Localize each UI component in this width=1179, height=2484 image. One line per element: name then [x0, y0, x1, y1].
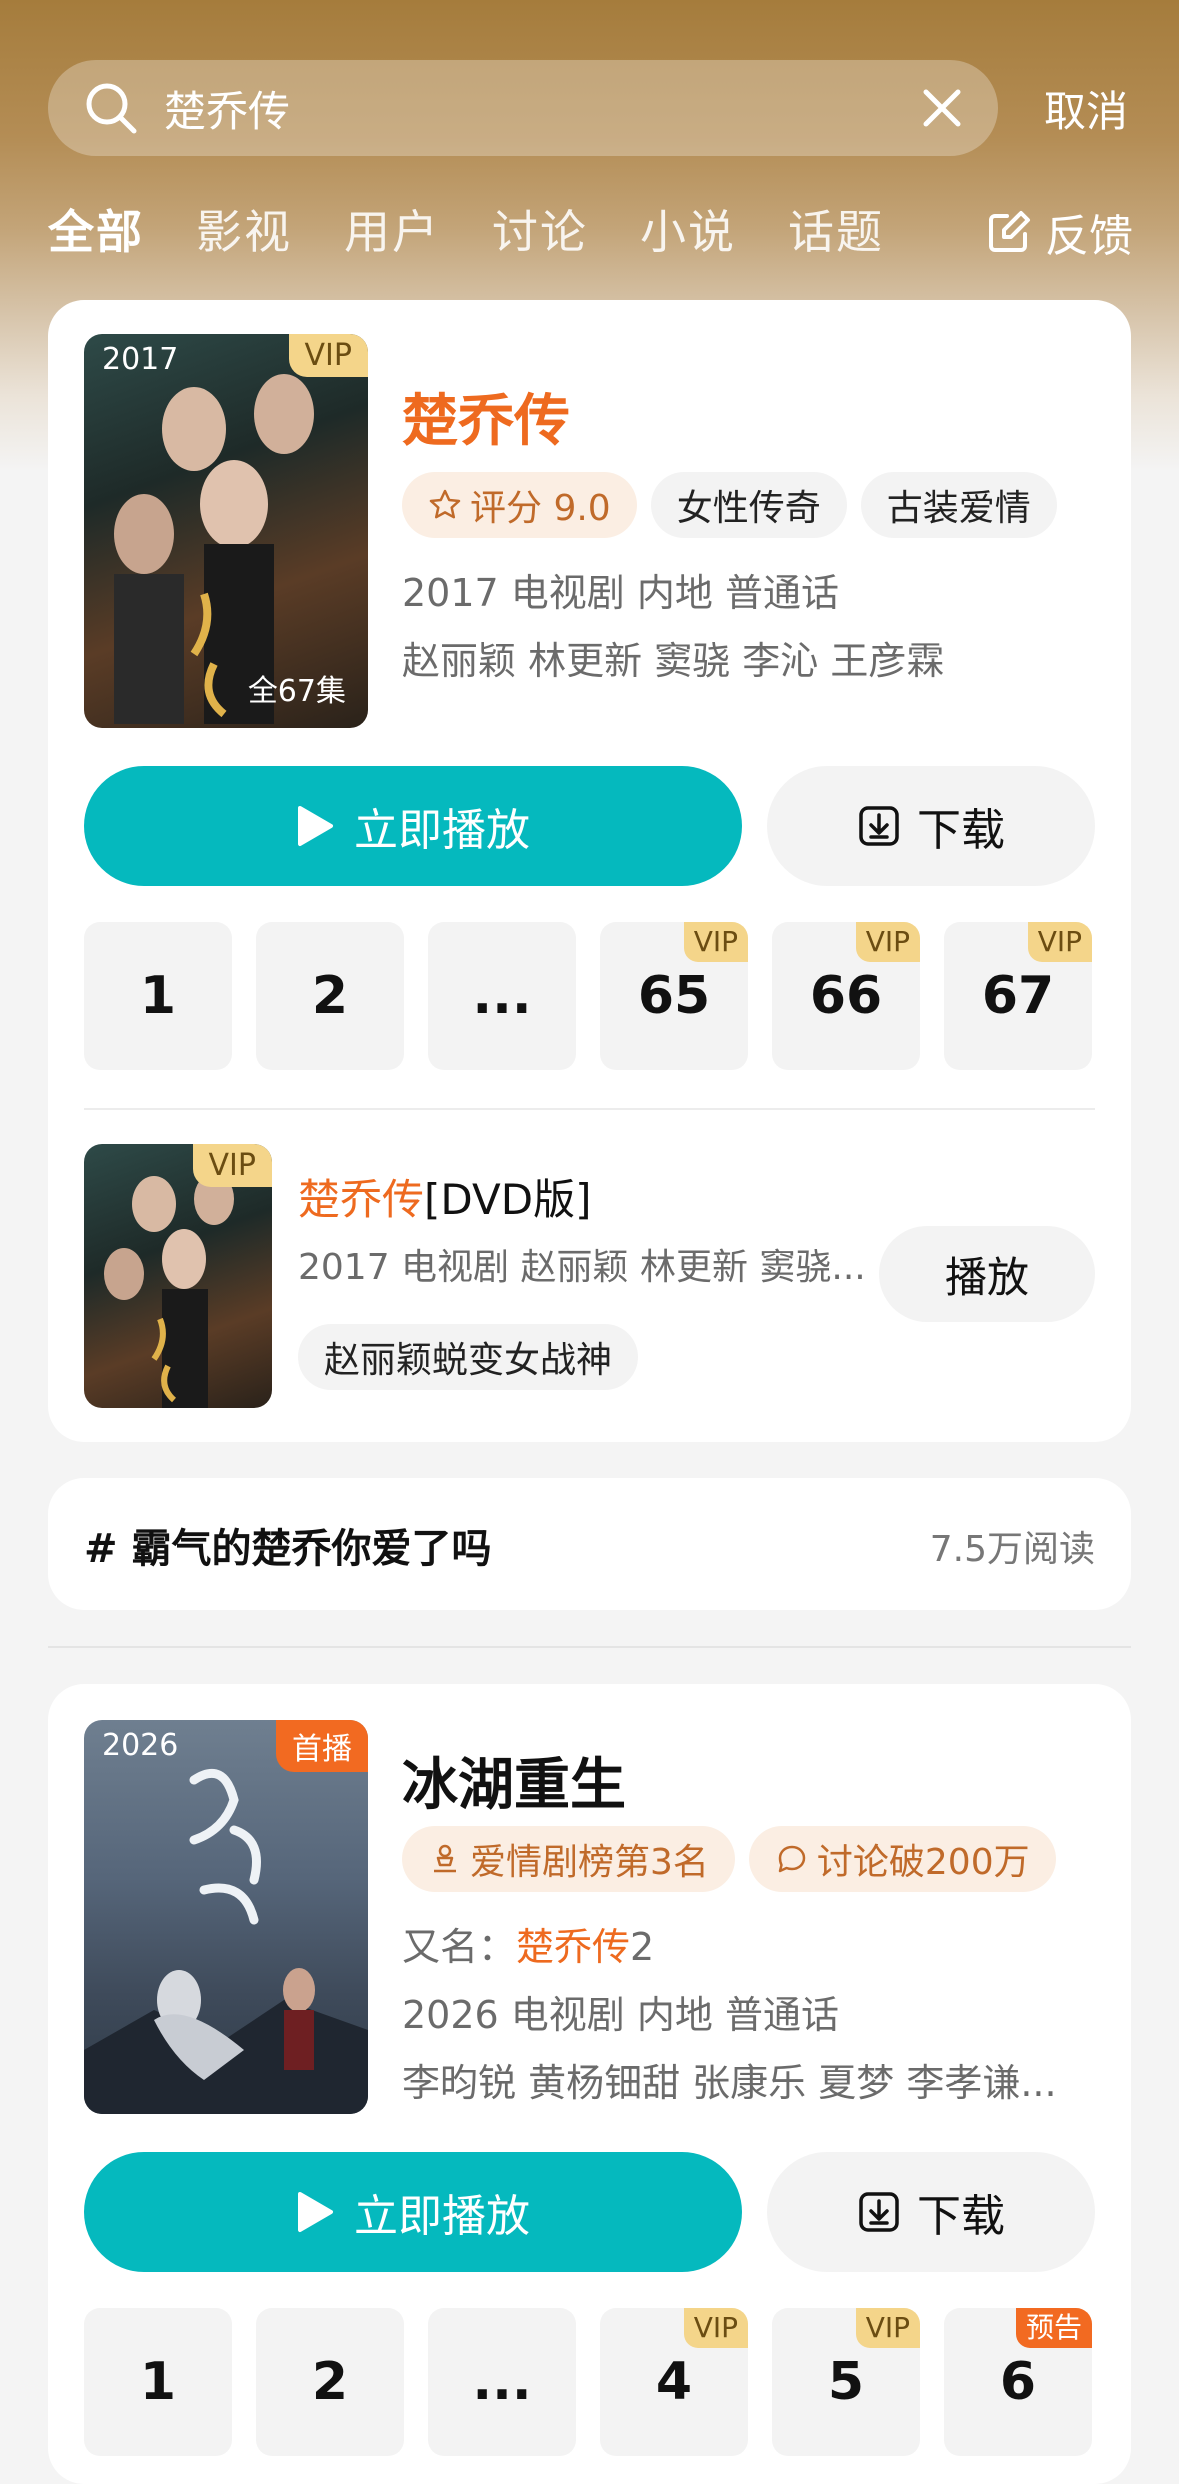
- episode-more-button[interactable]: ...: [428, 2308, 576, 2456]
- vip-badge: VIP: [683, 2308, 748, 2348]
- download-button[interactable]: 下载: [767, 2152, 1095, 2272]
- episode-button[interactable]: 2: [256, 2308, 404, 2456]
- discussion-label: 讨论破200万: [816, 1842, 1030, 1883]
- play-now-button[interactable]: 立即播放: [84, 2152, 742, 2272]
- tab-video[interactable]: 影视: [196, 196, 292, 262]
- download-icon: [859, 2192, 899, 2232]
- download-label: 下载: [917, 2191, 1005, 2242]
- feedback-label: 反馈: [1045, 211, 1133, 262]
- result-title[interactable]: 冰湖重生: [402, 1740, 626, 1821]
- episode-button[interactable]: 5 VIP: [772, 2308, 920, 2456]
- search-input[interactable]: [164, 83, 920, 133]
- episode-total: 全67集: [247, 674, 346, 709]
- alias-info: 又名：楚乔传2: [402, 1916, 654, 1971]
- download-icon: [859, 806, 899, 846]
- tab-discussion[interactable]: 讨论: [492, 196, 588, 262]
- alias-suffix: 2: [630, 1925, 655, 1969]
- poster-year: 2017: [102, 342, 179, 377]
- comment-icon: [778, 1845, 806, 1873]
- dvd-title[interactable]: 楚乔传[DVD版]: [298, 1166, 591, 1227]
- episode-button[interactable]: 1: [84, 922, 232, 1070]
- tag-chip[interactable]: 女性传奇: [650, 472, 847, 538]
- topic-title: # 霸气的楚乔你爱了吗: [84, 1526, 492, 1572]
- tag-chip[interactable]: 古装爱情: [860, 472, 1057, 538]
- poster-year: 2026: [102, 1728, 179, 1763]
- result-card-chuqiaozhuan: 2017 VIP 全67集 楚乔传 评分 9.0 女性传奇 古装爱情 2017 …: [48, 300, 1131, 1442]
- tag-row: 评分 9.0 女性传奇 古装爱情: [402, 472, 1071, 538]
- rating-chip: 评分 9.0: [402, 472, 637, 538]
- tab-topics[interactable]: 话题: [788, 196, 884, 262]
- title-suffix: [DVD版]: [424, 1175, 592, 1224]
- ranking-label: 爱情剧榜第3名: [470, 1842, 709, 1883]
- topic-reads: 7.5万阅读: [929, 1529, 1095, 1570]
- meta-info: 2026 电视剧 内地 普通话: [402, 1993, 839, 2037]
- episode-button[interactable]: 6 预告: [944, 2308, 1092, 2456]
- result-title[interactable]: 楚乔传: [402, 376, 570, 457]
- download-label: 下载: [917, 805, 1005, 856]
- episode-button[interactable]: 65 VIP: [600, 922, 748, 1070]
- play-label: 立即播放: [354, 2191, 530, 2242]
- poster-artwork: [84, 1768, 368, 2114]
- episode-button[interactable]: 66 VIP: [772, 922, 920, 1070]
- episode-button[interactable]: 1: [84, 2308, 232, 2456]
- play-now-button[interactable]: 立即播放: [84, 766, 742, 886]
- alias-highlight: 楚乔传: [516, 1925, 631, 1969]
- vip-badge: VIP: [288, 334, 368, 377]
- vip-badge: VIP: [1027, 922, 1092, 962]
- search-icon: [86, 83, 137, 134]
- poster-chuqiaozhuan[interactable]: 2017 VIP 全67集: [84, 334, 368, 728]
- search-results-page: 取消 全部 影视 用户 讨论 小说 话题 反馈 2017 VI: [0, 0, 1179, 2484]
- dvd-play-button[interactable]: 播放: [879, 1226, 1095, 1322]
- feedback-button[interactable]: 反馈: [985, 200, 1133, 264]
- cast-info: 李昀锐 黄杨钿甜 张康乐 夏梦 李孝谦...: [402, 2061, 1057, 2105]
- episode-button[interactable]: 4 VIP: [600, 2308, 748, 2456]
- divider: [84, 1108, 1095, 1110]
- episode-list: 1 2 ... 4 VIP 5 VIP 6 预告: [84, 2308, 1092, 2456]
- search-bar[interactable]: [48, 60, 998, 156]
- result-card-binghuchongsheng: 2026 首播 冰湖重生 爱情剧榜第3名 讨论破200万 又名：楚乔传2 202…: [48, 1684, 1131, 2484]
- vip-badge: VIP: [192, 1144, 272, 1187]
- clear-icon[interactable]: [920, 86, 964, 130]
- episode-more-button[interactable]: ...: [428, 922, 576, 1070]
- episode-button[interactable]: 2: [256, 922, 404, 1070]
- tab-novels[interactable]: 小说: [640, 196, 736, 262]
- premiere-badge: 首播: [276, 1720, 368, 1772]
- edit-icon: [989, 211, 1030, 252]
- preview-badge: 预告: [1015, 2308, 1092, 2348]
- rating-label: 评分 9.0: [470, 488, 611, 529]
- vip-badge: VIP: [855, 922, 920, 962]
- tab-all[interactable]: 全部: [48, 196, 144, 262]
- vip-badge: VIP: [683, 922, 748, 962]
- tag-row: 爱情剧榜第3名 讨论破200万: [402, 1826, 1070, 1892]
- download-button[interactable]: 下载: [767, 766, 1095, 886]
- vip-badge: VIP: [855, 2308, 920, 2348]
- dvd-tag-chip[interactable]: 赵丽颖蜕变女战神: [298, 1324, 639, 1390]
- play-icon: [298, 2192, 333, 2232]
- ranking-chip[interactable]: 爱情剧榜第3名: [402, 1826, 735, 1892]
- category-tabs: 全部 影视 用户 讨论 小说 话题: [48, 196, 936, 262]
- trophy-icon: [434, 1844, 456, 1873]
- cancel-button[interactable]: 取消: [1044, 78, 1128, 139]
- section-divider: [48, 1646, 1131, 1648]
- dvd-meta: 2017 电视剧 赵丽颖 林更新 窦骁...: [298, 1247, 866, 1288]
- title-highlight: 楚乔传: [298, 1175, 425, 1224]
- tab-users[interactable]: 用户: [344, 196, 440, 262]
- poster-binghuchongsheng[interactable]: 2026 首播: [84, 1720, 368, 2114]
- alias-label: 又名：: [402, 1925, 517, 1969]
- cast-info: 赵丽颖 林更新 窦骁 李沁 王彦霖: [402, 639, 945, 683]
- discussion-chip[interactable]: 讨论破200万: [748, 1826, 1056, 1892]
- poster-dvd[interactable]: VIP: [84, 1144, 272, 1408]
- play-label: 立即播放: [354, 805, 530, 856]
- topic-card[interactable]: # 霸气的楚乔你爱了吗 7.5万阅读: [48, 1478, 1131, 1610]
- episode-button[interactable]: 67 VIP: [944, 922, 1092, 1070]
- play-icon: [298, 806, 333, 846]
- meta-info: 2017 电视剧 内地 普通话: [402, 571, 839, 615]
- episode-list: 1 2 ... 65 VIP 66 VIP 67 VIP: [84, 922, 1092, 1070]
- star-icon: [429, 489, 461, 519]
